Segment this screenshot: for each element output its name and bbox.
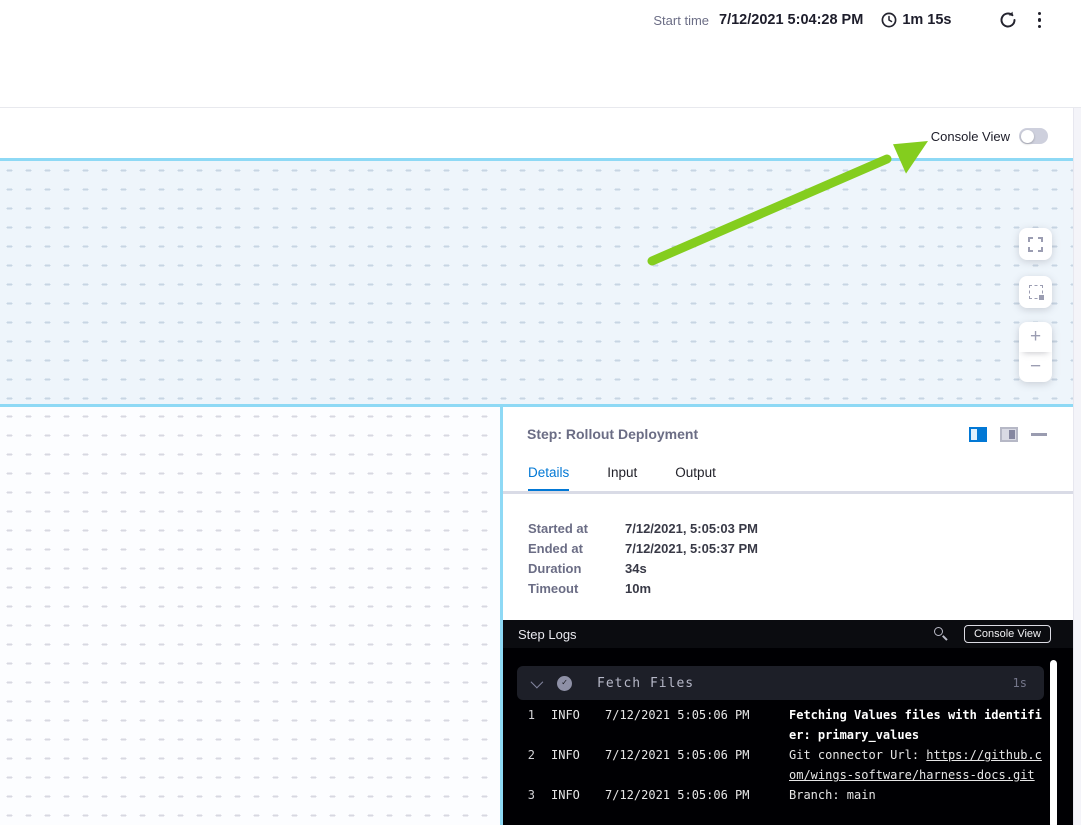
step-logs-title: Step Logs [518, 627, 577, 642]
log-section-title: Fetch Files [597, 676, 694, 691]
detail-row: Started at 7/12/2021, 5:05:03 PM [528, 519, 758, 539]
console-view-label: Console View [931, 129, 1010, 144]
detail-row: Timeout 10m [528, 579, 758, 599]
kebab-icon [1038, 12, 1042, 16]
start-time-label: Start time [653, 13, 709, 28]
fullscreen-button[interactable] [1019, 228, 1052, 260]
elapsed-duration: 1m 15s [902, 12, 951, 28]
step-logs-header: Step Logs Console View [503, 620, 1073, 648]
zoom-in-button[interactable]: + [1019, 322, 1052, 352]
more-options-button[interactable] [1038, 12, 1042, 29]
log-timestamp: 7/12/2021 5:05:06 PM [605, 745, 773, 785]
fullscreen-icon [1028, 237, 1043, 252]
detail-value: 7/12/2021, 5:05:03 PM [625, 519, 758, 539]
detail-row: Ended at 7/12/2021, 5:05:37 PM [528, 539, 758, 559]
log-timestamp: 7/12/2021 5:05:06 PM [605, 785, 773, 805]
detail-label: Timeout [528, 579, 625, 599]
log-line: 2 INFO 7/12/2021 5:05:06 PM Git connecto… [517, 745, 1044, 785]
log-line-number: 2 [517, 745, 535, 785]
zoom-pill: + − [1019, 322, 1052, 382]
refresh-icon [998, 10, 1018, 30]
start-time-value: 7/12/2021 5:04:28 PM [719, 12, 863, 28]
detail-label: Ended at [528, 539, 625, 559]
log-message: Fetching Values files with identifier: p… [789, 705, 1044, 745]
log-section-duration: 1s [1013, 676, 1027, 690]
log-scrollbar[interactable] [1050, 660, 1057, 825]
log-line-number: 3 [517, 785, 535, 805]
detail-label: Duration [528, 559, 625, 579]
marquee-icon [1029, 285, 1043, 299]
tab-output[interactable]: Output [675, 465, 716, 492]
log-line: 3 INFO 7/12/2021 5:05:06 PM Branch: main [517, 785, 1044, 805]
log-message-text: Git connector Url: [789, 748, 926, 762]
detail-value: 34s [625, 559, 647, 579]
split-view-right-icon[interactable] [969, 427, 987, 442]
graph-toolbar: Console View [0, 109, 1073, 158]
chevron-down-icon[interactable] [531, 675, 544, 688]
clock-icon [881, 12, 897, 28]
step-logs-panel: Step Logs Console View ✓ Fetch Files 1s … [503, 620, 1073, 825]
log-message: Branch: main [789, 785, 1044, 805]
page-scrollbar-gutter[interactable] [1073, 108, 1081, 825]
split-view-bottom-icon[interactable] [1000, 427, 1018, 442]
log-level: INFO [551, 745, 589, 785]
log-section-fetch-files[interactable]: ✓ Fetch Files 1s [517, 666, 1044, 700]
log-lines: 1 INFO 7/12/2021 5:05:06 PM Fetching Val… [517, 705, 1044, 805]
fit-to-screen-button[interactable] [1019, 276, 1052, 308]
log-level: INFO [551, 785, 589, 805]
tab-details[interactable]: Details [528, 465, 569, 492]
detail-value: 7/12/2021, 5:05:37 PM [625, 539, 758, 559]
log-level: INFO [551, 705, 589, 745]
pipeline-canvas-lower[interactable]: − Execution ✓ Rollout Deployment [0, 407, 500, 825]
detail-value: 10m [625, 579, 651, 599]
log-message: Git connector Url: https://github.com/wi… [789, 745, 1044, 785]
details-list: Started at 7/12/2021, 5:05:03 PM Ended a… [528, 519, 758, 599]
minimize-panel-button[interactable] [1031, 433, 1047, 436]
panel-tabs: Details Input Output [528, 465, 754, 492]
search-icon[interactable] [934, 627, 948, 641]
refresh-button[interactable] [998, 10, 1018, 30]
detail-row: Duration 34s [528, 559, 758, 579]
console-view-toggle[interactable] [1019, 128, 1048, 144]
toggle-knob [1021, 130, 1034, 143]
zoom-out-button[interactable]: − [1019, 352, 1052, 382]
panel-title: Step: Rollout Deployment [527, 426, 698, 442]
top-bar: Start time 7/12/2021 5:04:28 PM 1m 15s [0, 0, 1081, 108]
detail-label: Started at [528, 519, 625, 539]
tab-input[interactable]: Input [607, 465, 637, 492]
console-view-button[interactable]: Console View [964, 625, 1051, 643]
tab-divider [503, 491, 1076, 494]
log-timestamp: 7/12/2021 5:05:06 PM [605, 705, 773, 745]
log-line-number: 1 [517, 705, 535, 745]
log-line: 1 INFO 7/12/2021 5:05:06 PM Fetching Val… [517, 705, 1044, 745]
pipeline-canvas-upper[interactable]: + − [0, 161, 1073, 404]
section-success-icon: ✓ [557, 676, 572, 691]
